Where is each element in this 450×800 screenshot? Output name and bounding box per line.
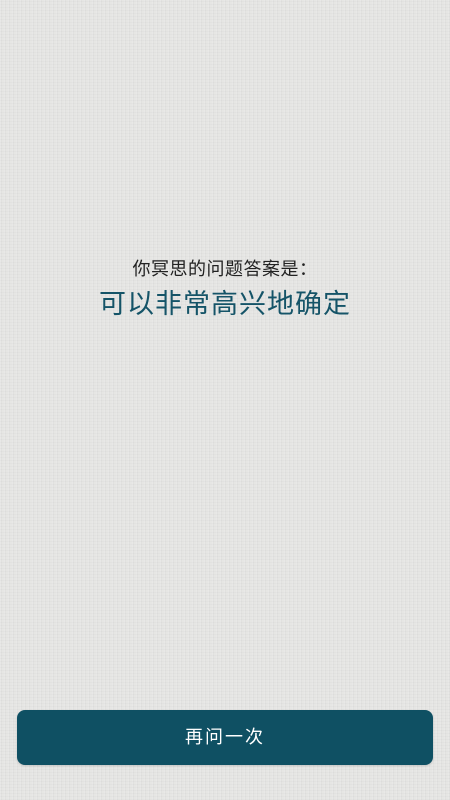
ask-again-button[interactable]: 再问一次 — [17, 710, 433, 765]
answer-block: 你冥思的问题答案是： 可以非常高兴地确定 — [0, 258, 450, 322]
answer-screen: 你冥思的问题答案是： 可以非常高兴地确定 再问一次 — [0, 0, 450, 800]
answer-text: 可以非常高兴地确定 — [99, 289, 351, 320]
question-prompt: 你冥思的问题答案是： — [132, 259, 318, 280]
